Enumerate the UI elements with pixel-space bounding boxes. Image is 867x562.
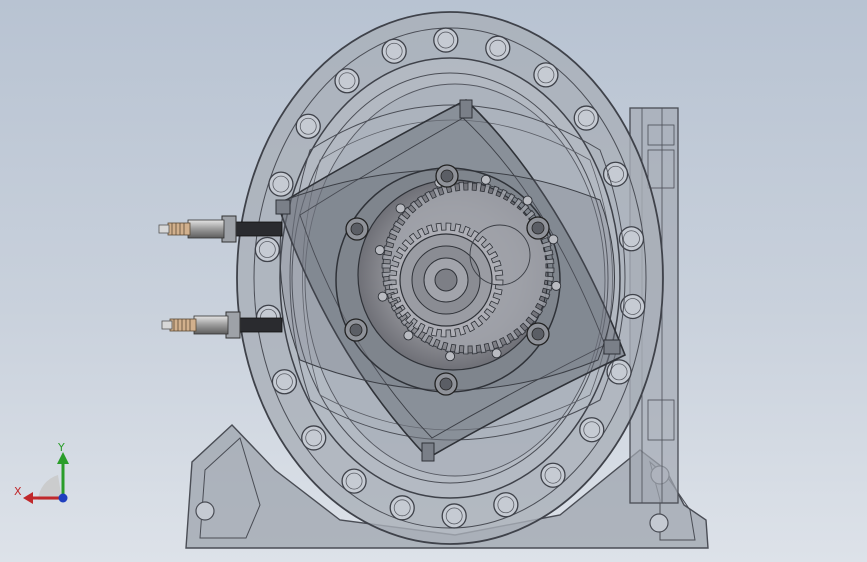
triad-y-label: Y xyxy=(58,441,65,454)
hub-small-bolt xyxy=(374,245,385,256)
rotary-engine-model[interactable] xyxy=(0,0,867,562)
hub-small-bolt xyxy=(480,174,491,185)
housing-bolt-hole xyxy=(533,62,559,88)
eccentric-shaft-hub[interactable] xyxy=(335,167,562,393)
coordinate-triad: Y X xyxy=(10,440,80,510)
triad-axes-icon xyxy=(23,452,69,504)
hub-small-bolt xyxy=(395,203,406,214)
housing-bolt-hole xyxy=(573,105,599,131)
hub-small-bolt xyxy=(377,291,388,302)
hub-small-bolt xyxy=(548,234,559,245)
triad-x-label: X xyxy=(14,485,22,498)
hub-small-bolt xyxy=(551,280,562,291)
graphics-viewport[interactable]: Y X xyxy=(0,0,867,562)
hub-small-bolt xyxy=(403,330,414,341)
hub-small-bolt xyxy=(491,348,502,359)
hub-small-bolt xyxy=(445,351,456,362)
hub-small-bolt xyxy=(522,195,533,206)
